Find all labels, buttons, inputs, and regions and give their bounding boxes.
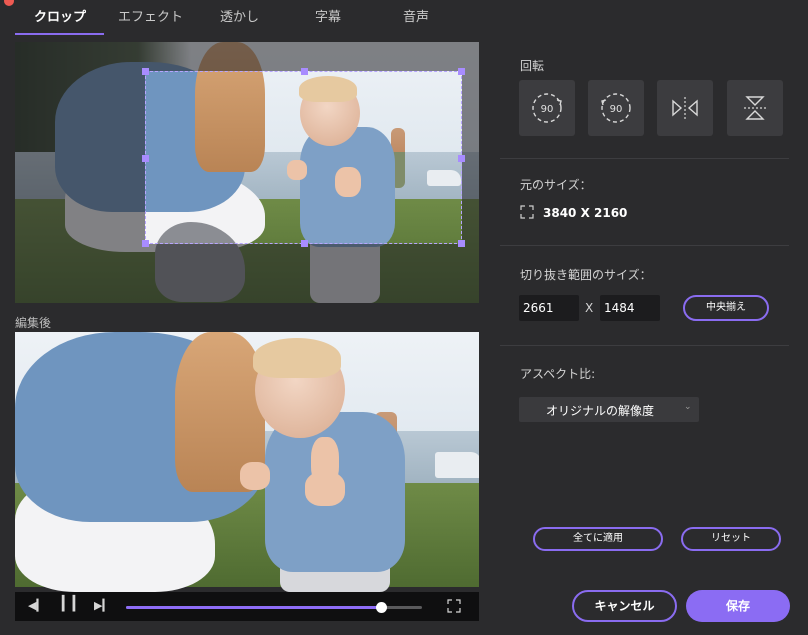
expand-icon — [520, 205, 534, 219]
save-button[interactable]: 保存 — [686, 590, 790, 622]
playback-controls: ◀▎ ▎▎ ▶▎ — [15, 592, 479, 621]
fullscreen-icon[interactable] — [447, 599, 461, 617]
crop-handle-left[interactable] — [142, 155, 149, 162]
crop-handle-top-left[interactable] — [142, 68, 149, 75]
rotate-left-90-button[interactable]: 90 — [588, 80, 644, 136]
active-tab-indicator — [15, 33, 104, 35]
crop-handle-bottom-right[interactable] — [458, 240, 465, 247]
crop-size-separator: X — [585, 301, 594, 315]
original-size-value: 3840 X 2160 — [543, 206, 628, 220]
flip-horizontal-button[interactable] — [657, 80, 713, 136]
crop-handle-bottom[interactable] — [301, 240, 308, 247]
previous-frame-icon[interactable]: ◀▎ — [28, 599, 45, 613]
crop-handle-top[interactable] — [301, 68, 308, 75]
rotate-right-90-button[interactable]: 90 — [519, 80, 575, 136]
section-divider — [500, 345, 789, 346]
crop-handle-bottom-left[interactable] — [142, 240, 149, 247]
original-preview — [15, 42, 479, 303]
apply-to-all-button[interactable]: 全てに適用 — [533, 527, 663, 551]
rotation-title: 回転 — [520, 59, 545, 73]
section-divider — [500, 245, 789, 246]
rotate-counterclockwise-icon: 90 — [601, 93, 631, 123]
chevron-down-icon: ⌄ — [684, 402, 692, 412]
cancel-button[interactable]: キャンセル — [572, 590, 677, 622]
playback-progress-bar[interactable] — [126, 602, 422, 613]
edited-video-frame — [15, 332, 479, 592]
reset-button[interactable]: リセット — [681, 527, 781, 551]
tab-effect[interactable]: エフェクト — [118, 6, 183, 25]
tab-subtitle[interactable]: 字幕 — [315, 6, 341, 25]
flip-horizontal-icon — [672, 97, 698, 119]
crop-height-input[interactable] — [600, 295, 660, 321]
playback-progress-fill — [126, 606, 381, 609]
playback-progress-knob[interactable] — [375, 602, 387, 613]
svg-text:90: 90 — [541, 104, 554, 115]
crop-selection-box[interactable] — [142, 68, 465, 247]
center-align-button[interactable]: 中央揃え — [683, 295, 769, 321]
aspect-ratio-title: アスペクト比: — [520, 367, 596, 381]
crop-handle-top-right[interactable] — [458, 68, 465, 75]
next-frame-icon[interactable]: ▶▎ — [94, 599, 111, 613]
aspect-ratio-select[interactable]: オリジナルの解像度 ⌄ — [519, 397, 699, 422]
tab-audio[interactable]: 音声 — [403, 6, 429, 25]
original-size-title: 元のサイズ： — [520, 178, 592, 192]
edited-preview-label: 編集後 — [15, 316, 52, 330]
flip-vertical-icon — [744, 96, 766, 120]
aspect-ratio-selected: オリジナルの解像度 — [546, 404, 655, 418]
section-divider — [500, 158, 789, 159]
flip-vertical-button[interactable] — [727, 80, 783, 136]
edited-preview — [15, 332, 479, 592]
crop-size-title: 切り抜き範囲のサイズ： — [520, 268, 652, 282]
tab-watermark[interactable]: 透かし — [220, 6, 259, 25]
svg-text:90: 90 — [610, 104, 623, 115]
tab-bar: クロップ エフェクト 透かし 字幕 音声 — [0, 0, 808, 36]
tab-crop[interactable]: クロップ — [34, 6, 86, 25]
crop-width-input[interactable] — [519, 295, 579, 321]
rotate-clockwise-icon: 90 — [532, 93, 562, 123]
crop-handle-right[interactable] — [458, 155, 465, 162]
pause-icon[interactable]: ▎▎ — [62, 597, 84, 611]
